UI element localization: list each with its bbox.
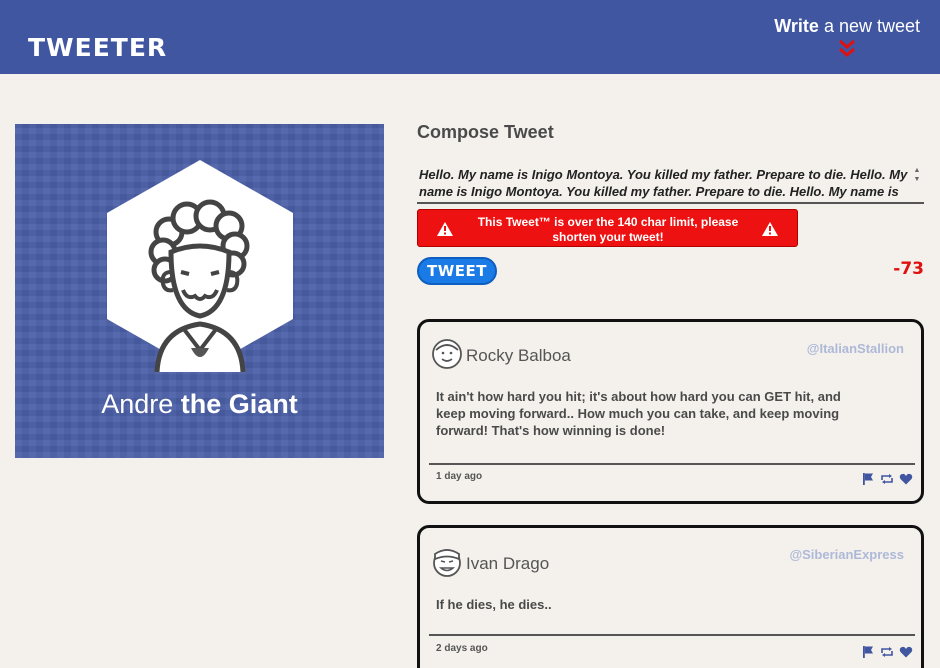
profile-name-bold: the Giant <box>173 389 298 419</box>
tweet-divider <box>429 463 915 465</box>
profile-name-first: Andre <box>101 389 174 419</box>
write-link-rest: a new tweet <box>818 16 920 36</box>
compose-title: Compose Tweet <box>417 122 554 142</box>
char-counter: -73 <box>893 259 924 279</box>
heart-icon[interactable] <box>899 645 913 659</box>
flag-icon[interactable] <box>861 645 875 659</box>
heart-icon[interactable] <box>899 472 913 486</box>
tweet-body: It ain't how hard you hit; it's about ho… <box>436 389 841 438</box>
tweet-actions <box>861 645 913 659</box>
tweet-handle: @SiberianExpress <box>789 547 904 562</box>
retweet-icon[interactable] <box>880 645 894 659</box>
tweet-textarea[interactable]: Hello. My name is Inigo Montoya. You kil… <box>417 164 924 204</box>
textarea-scrollbar[interactable]: ▲ ▼ <box>912 166 922 202</box>
profile-avatar <box>107 160 293 372</box>
avatar-icon <box>432 339 462 369</box>
profile-card: Andre the Giant <box>15 124 384 458</box>
tweet-divider <box>429 634 915 636</box>
tweet-card: Rocky Balboa @ItalianStallion It ain't h… <box>417 319 924 504</box>
tweet-timestamp: 2 days ago <box>436 643 488 654</box>
tweet-body: If he dies, he dies.. <box>436 597 552 612</box>
warning-icon <box>437 222 453 236</box>
brand-logo[interactable]: TWEETER <box>28 33 167 62</box>
char-limit-error: This Tweet™ is over the 140 char limit, … <box>417 209 798 247</box>
tweet-card: Ivan Drago @SiberianExpress If he dies, … <box>417 525 924 668</box>
tweet-author: Rocky Balboa <box>466 346 571 365</box>
tweet-button[interactable]: TWEET <box>417 257 497 285</box>
tweet-handle: @ItalianStallion <box>806 341 904 356</box>
error-message: This Tweet™ is over the 140 char limit, … <box>477 215 739 244</box>
write-link-bold: Write <box>774 16 819 36</box>
tweet-author: Ivan Drago <box>466 554 550 573</box>
top-nav: TWEETER Write a new tweet <box>0 0 940 74</box>
avatar-icon <box>433 549 461 577</box>
profile-name: Andre the Giant <box>15 389 384 420</box>
double-chevron-down-icon[interactable] <box>837 39 857 59</box>
tweet-timestamp: 1 day ago <box>436 471 483 482</box>
retweet-icon[interactable] <box>880 472 894 486</box>
warning-icon <box>762 222 778 236</box>
write-new-tweet-link[interactable]: Write a new tweet <box>774 16 920 37</box>
tweet-actions <box>861 472 913 486</box>
flag-icon[interactable] <box>861 472 875 486</box>
